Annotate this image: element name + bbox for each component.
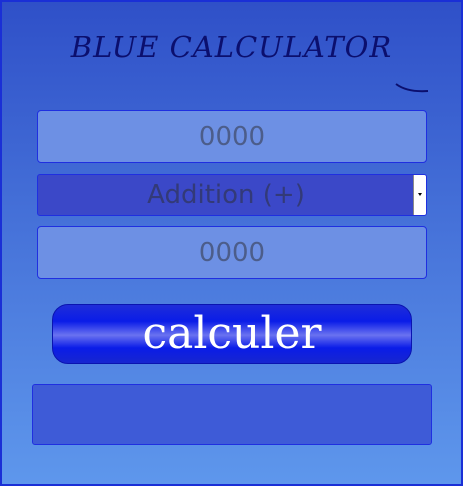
chevron-down-icon[interactable] [413,175,426,215]
page-title: BLUE CALCULATOR [2,30,461,93]
result-display [32,384,432,445]
operation-select-value: Addition (+) [147,180,305,210]
title-flourish [395,83,429,93]
operation-select[interactable]: Addition (+) [37,174,427,216]
page-title-text: BLUE CALCULATOR [70,30,393,64]
second-number-input[interactable] [37,226,427,279]
calculator-panel: BLUE CALCULATOR Addition (+) calculer [0,0,463,486]
calculate-button[interactable]: calculer [52,304,412,364]
first-number-input[interactable] [37,110,427,163]
